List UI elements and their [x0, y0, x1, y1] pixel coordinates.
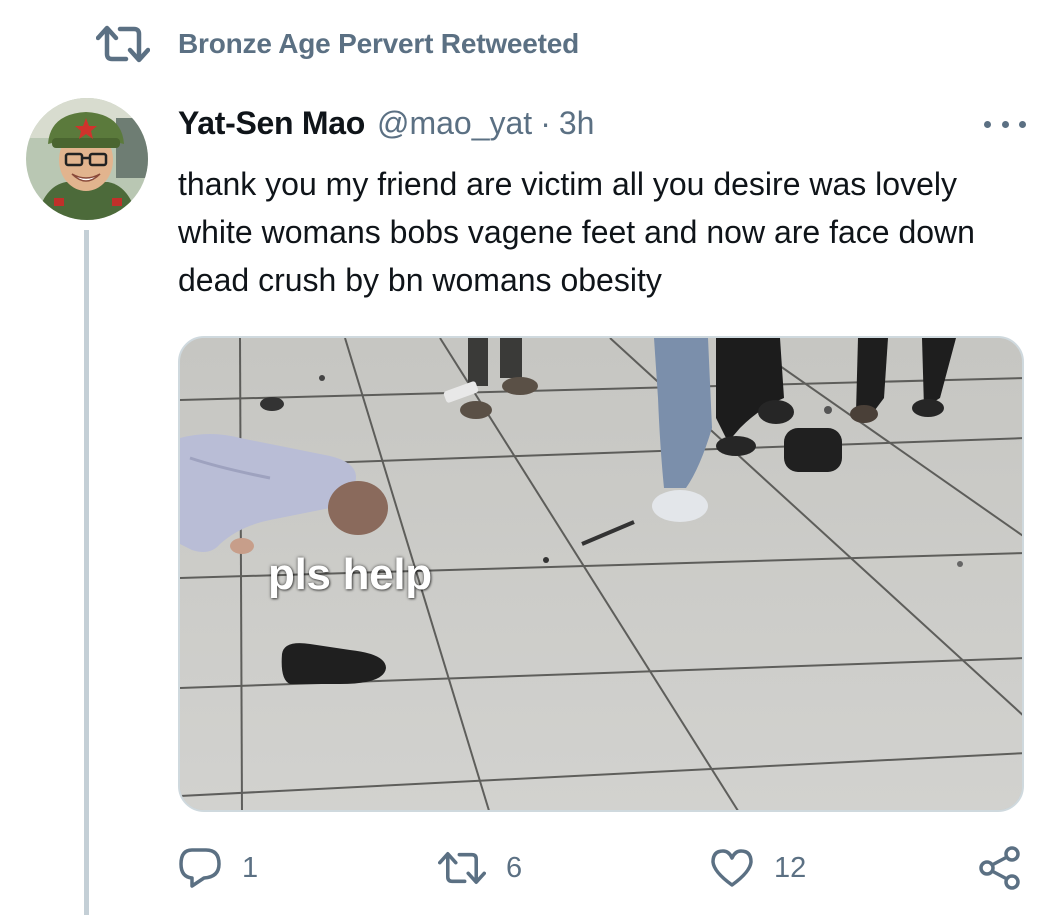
more-options-icon[interactable]	[984, 114, 1026, 134]
retweet-icon	[96, 25, 150, 63]
author-name[interactable]: Yat-Sen Mao	[178, 105, 365, 142]
retweeted-by-label: Bronze Age Pervert Retweeted	[178, 28, 580, 59]
like-count: 12	[774, 851, 807, 884]
reply-button[interactable]: 1	[178, 842, 258, 894]
share-button[interactable]	[978, 842, 1022, 894]
retweet-button[interactable]: 6	[438, 842, 522, 894]
avatar[interactable]	[26, 98, 148, 220]
tweet-header: Yat-Sen Mao @mao_yat · 3h	[178, 100, 594, 146]
retweet-count: 6	[506, 851, 523, 884]
avatar-image	[26, 98, 148, 220]
retweet-icon	[438, 851, 486, 884]
reply-icon	[179, 848, 221, 888]
retweet-context[interactable]: Bronze Age Pervert Retweeted	[96, 22, 579, 66]
action-bar: 1 6 12	[178, 842, 1038, 894]
separator-dot: ·	[540, 104, 551, 141]
tweet-timestamp[interactable]: 3h	[559, 105, 595, 142]
like-button[interactable]: 12	[710, 842, 806, 894]
heart-icon	[711, 849, 753, 887]
thread-line	[84, 230, 89, 915]
media-caption: pls help	[268, 550, 432, 599]
author-handle[interactable]: @mao_yat	[377, 105, 532, 142]
tweet-text: thank you my friend are victim all you d…	[178, 166, 975, 298]
share-icon	[979, 846, 1020, 890]
tweet-media[interactable]: pls help	[178, 336, 1024, 812]
reply-count: 1	[242, 851, 259, 884]
